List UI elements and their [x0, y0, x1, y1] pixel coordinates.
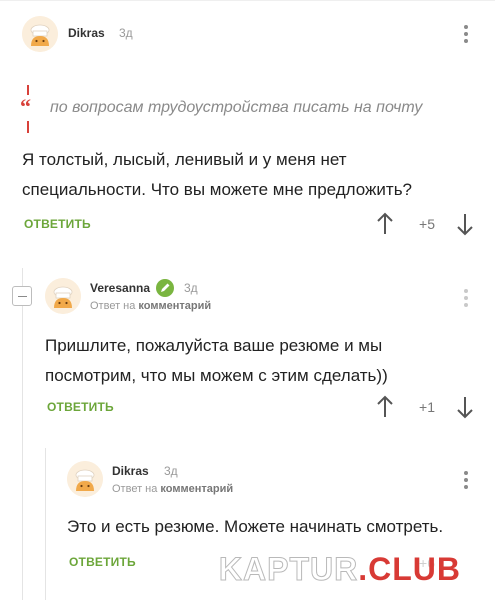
- reply-to-line: Ответ на комментарий: [90, 300, 211, 312]
- arrow-up-icon[interactable]: [376, 395, 394, 419]
- quote-mark-icon: “: [20, 85, 36, 135]
- kebab-menu-icon[interactable]: [459, 467, 473, 493]
- kebab-menu-icon[interactable]: [459, 21, 473, 47]
- pencil-badge-icon: [156, 279, 174, 297]
- reply-button[interactable]: ОТВЕТИТЬ: [47, 400, 114, 414]
- kebab-menu-icon[interactable]: [459, 285, 473, 311]
- comment-text-line: Это и есть резюме. Можете начинать смотр…: [67, 517, 444, 536]
- chef-hat-avatar-icon: [22, 16, 58, 52]
- quote-text: по вопросам трудоустройства писать на по…: [50, 99, 423, 116]
- watermark-dot: .: [358, 551, 369, 587]
- rating-value: +1: [419, 399, 435, 415]
- arrow-down-icon[interactable]: [456, 212, 474, 236]
- comment-time: 3д: [119, 26, 133, 40]
- comment-text-line: посмотрим, что мы можем с этим сделать)): [45, 366, 388, 385]
- thread-line: [22, 268, 23, 600]
- comment-time: 3д: [164, 464, 178, 478]
- top-divider: [0, 0, 495, 1]
- reply-button[interactable]: ОТВЕТИТЬ: [69, 555, 136, 569]
- arrow-down-icon[interactable]: [456, 395, 474, 419]
- svg-text:“: “: [20, 94, 31, 119]
- comment-text-line: специальности. Что вы можете мне предлож…: [22, 180, 413, 199]
- reply-to-line: Ответ на комментарий: [112, 483, 233, 495]
- avatar[interactable]: [22, 16, 58, 52]
- chef-hat-avatar-icon: [67, 461, 103, 497]
- watermark: KAPTUR.CLUB: [218, 551, 461, 588]
- comment-author[interactable]: Veresanna: [90, 281, 150, 295]
- comment-author[interactable]: Dikras: [68, 26, 105, 40]
- reply-to-prefix: Ответ на: [90, 300, 136, 312]
- watermark-club: CLUB: [368, 551, 461, 587]
- avatar[interactable]: [45, 278, 81, 314]
- comment-text-line: Я толстый, лысый, ленивый и у меня нет: [22, 150, 347, 169]
- comment-text-line: Пришлите, пожалуйста ваше резюме и мы: [45, 336, 383, 355]
- rating-value: +5: [419, 216, 435, 232]
- thread-line: [45, 448, 46, 600]
- reply-to-link[interactable]: комментарий: [138, 300, 211, 312]
- reply-button[interactable]: ОТВЕТИТЬ: [24, 217, 91, 231]
- watermark-main: KAPTUR: [218, 551, 359, 588]
- reply-to-link[interactable]: комментарий: [160, 483, 233, 495]
- comment-author[interactable]: Dikras: [112, 464, 149, 478]
- comment-time: 3д: [184, 281, 198, 295]
- reply-to-prefix: Ответ на: [112, 483, 158, 495]
- collapse-minus-icon[interactable]: [12, 286, 32, 306]
- arrow-up-icon[interactable]: [376, 212, 394, 236]
- avatar[interactable]: [67, 461, 103, 497]
- chef-hat-avatar-icon: [45, 278, 81, 314]
